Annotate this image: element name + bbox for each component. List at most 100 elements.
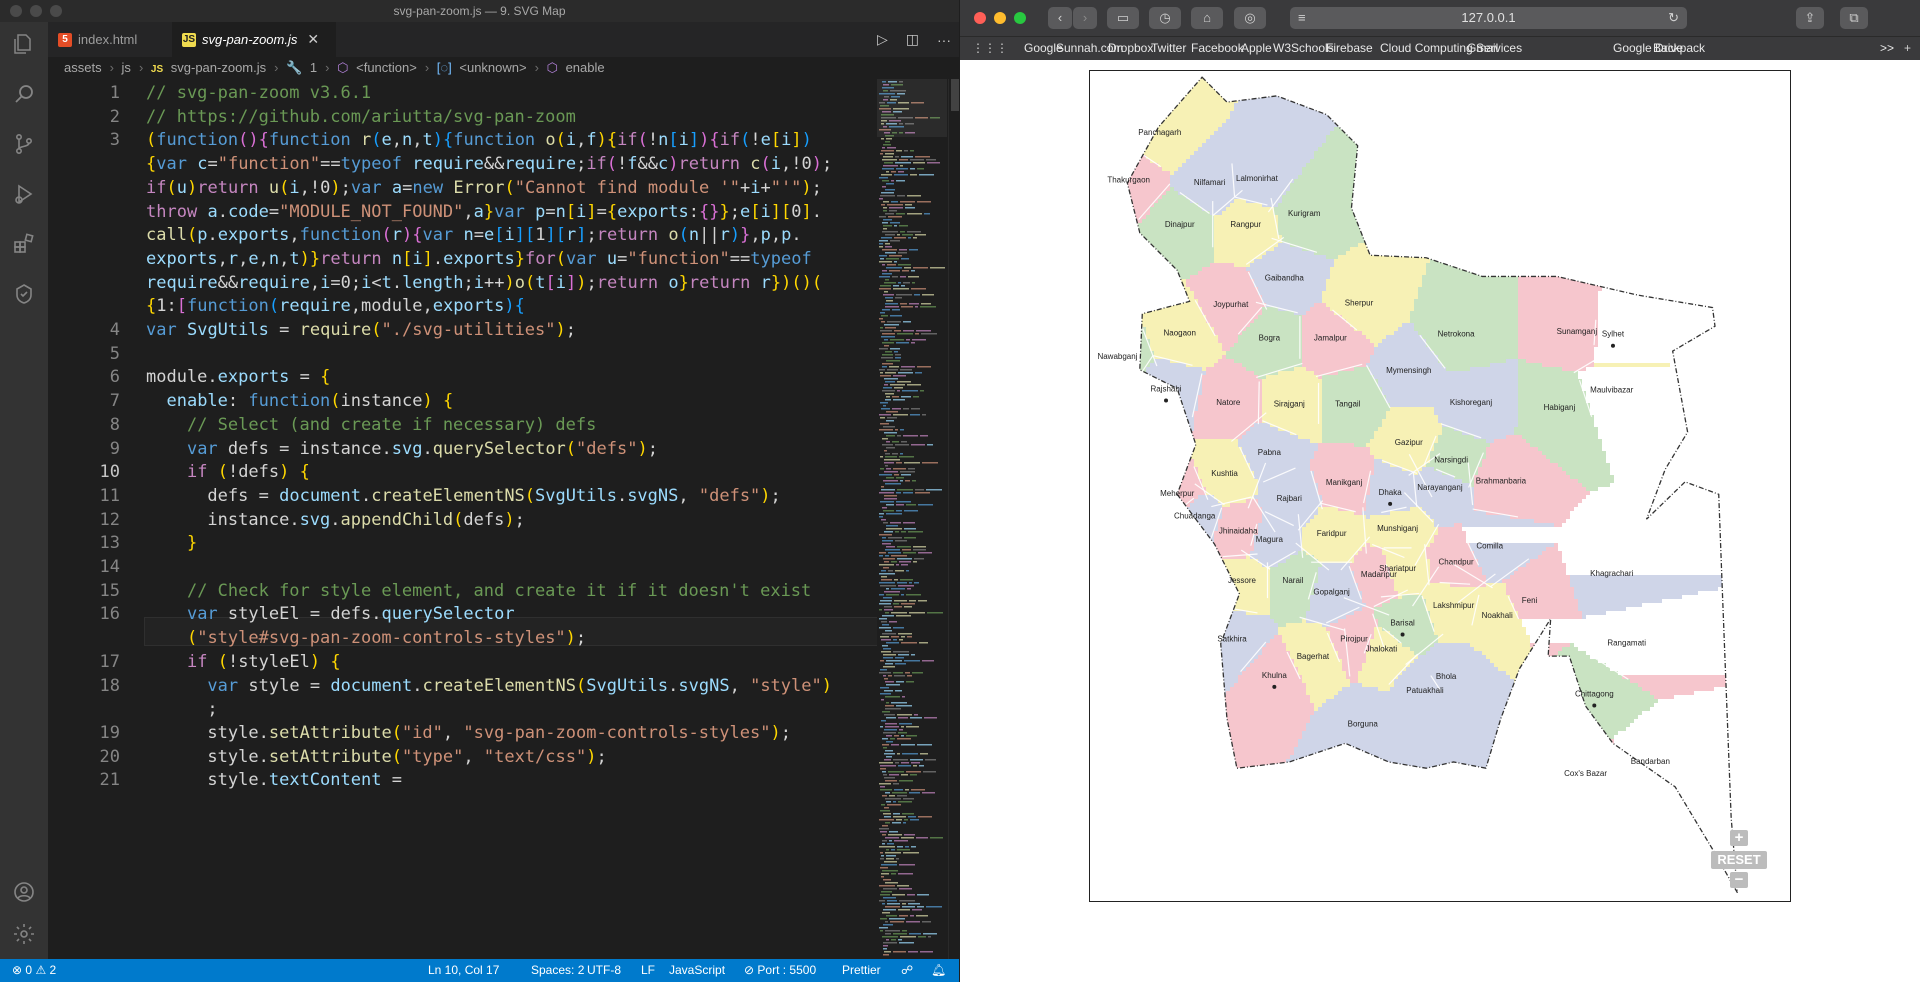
district-area[interactable] (1230, 203, 1262, 207)
district-area[interactable] (1270, 603, 1310, 607)
district-area[interactable] (1334, 695, 1522, 699)
district-area[interactable] (1190, 735, 1302, 739)
district-area[interactable] (1366, 499, 1474, 503)
district-area[interactable] (1090, 323, 1142, 327)
district-area[interactable] (1570, 475, 1614, 479)
district-area[interactable] (1438, 355, 1518, 359)
district-area[interactable] (1334, 263, 1426, 267)
district-area[interactable] (1318, 491, 1370, 495)
district-area[interactable] (1518, 251, 1602, 255)
district-area[interactable] (1090, 167, 1162, 171)
district-area[interactable] (1238, 847, 1454, 851)
district-area[interactable] (1514, 151, 1610, 155)
district-area[interactable] (1510, 675, 1530, 679)
district-area[interactable] (1258, 815, 1462, 819)
district-area[interactable] (1162, 195, 1186, 199)
district-area[interactable] (1214, 243, 1278, 247)
district-area[interactable] (1374, 455, 1430, 459)
district-area[interactable] (1478, 559, 1530, 563)
district-area[interactable] (1090, 663, 1250, 667)
district-area[interactable] (1142, 539, 1214, 543)
district-area[interactable] (1090, 387, 1134, 391)
district-area[interactable] (1090, 131, 1110, 135)
district-area[interactable] (1090, 319, 1142, 323)
district-area[interactable] (1258, 291, 1322, 295)
district-area[interactable] (1346, 107, 1514, 111)
district-area[interactable] (1090, 87, 1242, 91)
district-area[interactable] (1250, 827, 1458, 831)
district-area[interactable] (1374, 459, 1382, 463)
district-area[interactable] (1394, 635, 1438, 639)
district-area[interactable] (1318, 707, 1518, 711)
district-area[interactable] (1482, 779, 1622, 783)
district-area[interactable] (1090, 499, 1194, 503)
district-area[interactable] (1278, 231, 1378, 235)
district-area[interactable] (1090, 375, 1142, 379)
district-area[interactable] (1534, 727, 1626, 731)
district-area[interactable] (1166, 763, 1286, 767)
district-area[interactable] (1090, 891, 1214, 895)
district-area[interactable] (1334, 259, 1430, 263)
district-area[interactable] (1322, 143, 1514, 147)
district-area[interactable] (1090, 743, 1182, 747)
extensions-icon[interactable] (12, 232, 36, 256)
district-area[interactable] (1518, 291, 1598, 295)
district-area[interactable] (1258, 315, 1302, 319)
district-area[interactable] (1278, 627, 1326, 631)
district-area[interactable] (1090, 107, 1234, 111)
district-area[interactable] (1478, 467, 1562, 471)
district-area[interactable] (1090, 71, 1250, 75)
district-area[interactable] (1442, 219, 1518, 223)
district-area[interactable] (1242, 87, 1362, 91)
district-area[interactable] (1122, 239, 1214, 243)
district-area[interactable] (1358, 551, 1382, 555)
district-area[interactable] (1090, 507, 1186, 511)
district-area[interactable] (1338, 119, 1514, 123)
district-area[interactable] (1206, 487, 1258, 491)
district-area[interactable] (1262, 391, 1322, 395)
scrollbar-thumb[interactable] (951, 79, 959, 111)
district-area[interactable] (1238, 439, 1310, 443)
district-area[interactable] (1438, 231, 1518, 235)
breadcrumb-item[interactable]: assets (64, 60, 102, 75)
district-area[interactable] (1378, 379, 1518, 383)
district-area[interactable] (1246, 327, 1302, 331)
district-area[interactable] (1090, 259, 1106, 263)
district-area[interactable] (1090, 415, 1114, 419)
district-area[interactable] (1330, 307, 1414, 311)
district-area[interactable] (1654, 695, 1674, 699)
district-area[interactable] (1090, 539, 1142, 543)
district-area[interactable] (1394, 583, 1450, 587)
district-area[interactable] (1226, 119, 1338, 123)
district-area[interactable] (1214, 215, 1278, 219)
district-area[interactable] (1518, 267, 1602, 271)
district-area[interactable] (1090, 463, 1194, 467)
district-area[interactable] (1426, 551, 1474, 555)
district-area[interactable] (1334, 127, 1514, 131)
district-area[interactable] (1562, 467, 1610, 471)
district-area[interactable] (1118, 559, 1206, 563)
district-area[interactable] (1110, 423, 1194, 427)
district-area[interactable] (1350, 683, 1362, 687)
district-area[interactable] (1174, 187, 1290, 191)
district-area[interactable] (1090, 275, 1190, 279)
district-area[interactable] (1090, 95, 1238, 99)
district-area[interactable] (1458, 831, 1634, 835)
district-area[interactable] (1218, 887, 1446, 891)
district-area[interactable] (1334, 311, 1410, 315)
district-area[interactable] (1454, 851, 1638, 855)
district-area[interactable] (1490, 659, 1538, 663)
district-area[interactable] (1090, 691, 1226, 695)
district-area[interactable] (1102, 571, 1190, 575)
district-area[interactable] (1090, 187, 1170, 191)
district-area[interactable] (1190, 287, 1258, 291)
district-area[interactable] (1122, 555, 1206, 559)
district-area[interactable] (1090, 331, 1146, 335)
district-area[interactable] (1302, 675, 1346, 679)
district-area[interactable] (1194, 291, 1258, 295)
district-area[interactable] (1090, 235, 1126, 239)
district-area[interactable] (1298, 743, 1506, 747)
district-area[interactable] (1322, 395, 1386, 399)
district-area[interactable] (1410, 663, 1494, 667)
district-area[interactable] (1250, 467, 1310, 471)
